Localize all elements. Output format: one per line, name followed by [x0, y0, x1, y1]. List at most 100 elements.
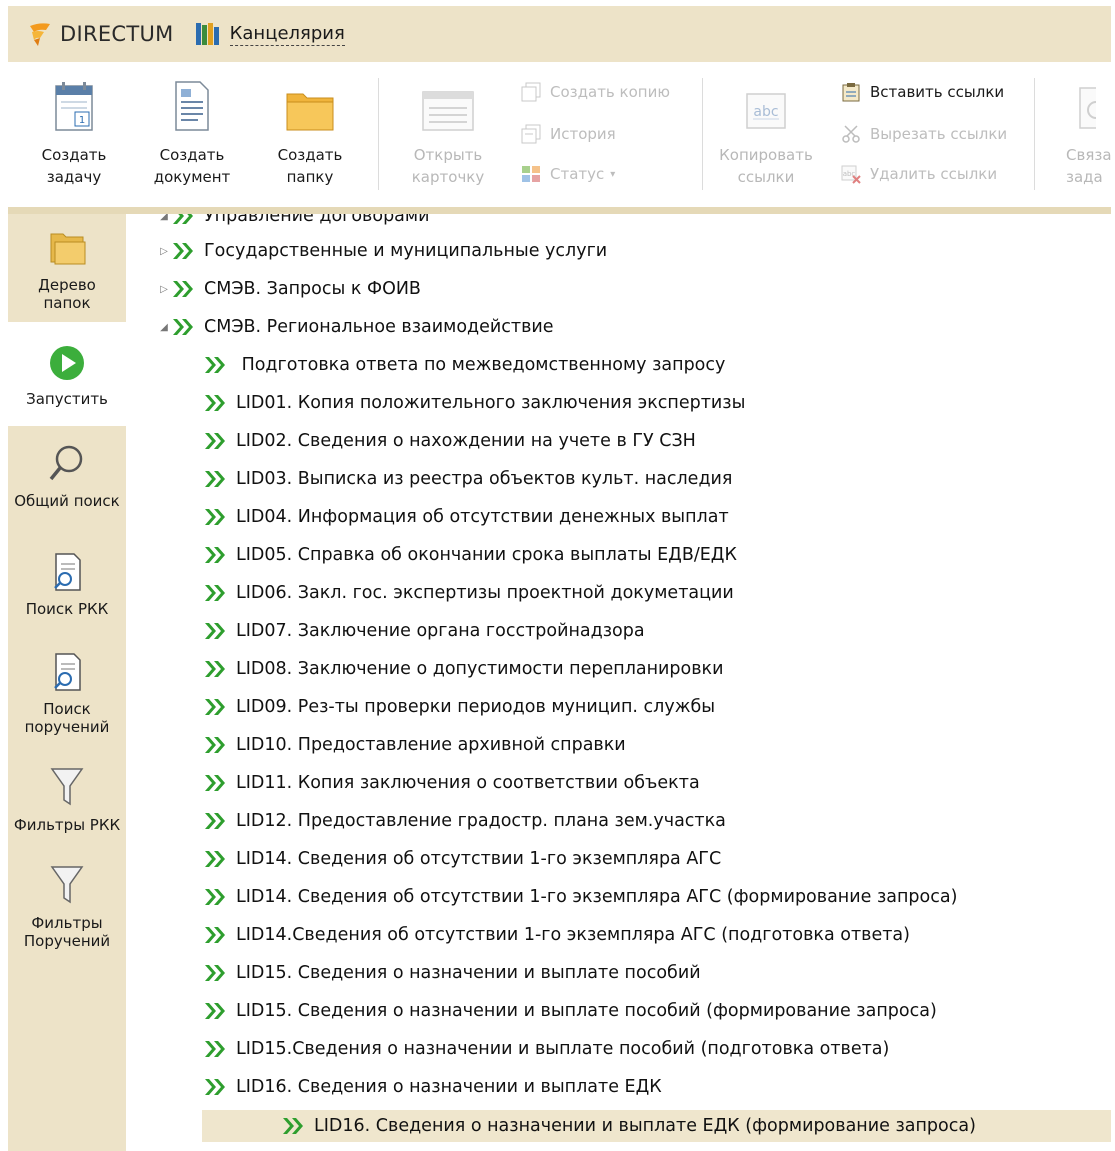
tree-item[interactable]: LID15. Сведения о назначении и выплате п… [126, 995, 1111, 1027]
status-dropdown[interactable]: Статус ▾ [520, 164, 615, 184]
brand-name: DIRECTUM [60, 22, 174, 46]
green-chevron-icon [204, 849, 228, 869]
green-chevron-icon [204, 659, 228, 679]
create-folder-button[interactable]: Создать папку [270, 72, 350, 188]
abc-links-icon: abc [741, 72, 791, 132]
copy-icon [520, 82, 542, 102]
create-document-label: Создать документ [153, 146, 231, 186]
tree-item-label: СМЭВ. Запросы к ФОИВ [204, 279, 421, 299]
delete-links-button[interactable]: abc Удалить ссылки [840, 164, 997, 184]
tree-item-selected[interactable]: LID16. Сведения о назначении и выплате Е… [202, 1110, 1111, 1142]
green-chevron-icon [204, 963, 228, 983]
nav-label: Дерево папок [38, 276, 96, 312]
svg-text:abc: abc [753, 104, 778, 120]
tree-item-label: СМЭВ. Региональное взаимодействие [204, 317, 554, 337]
nav-global-search[interactable]: Общий поиск [8, 444, 126, 534]
tree-item-label: LID08. Заключение о допустимости перепла… [236, 659, 724, 679]
module-selector[interactable]: Канцелярия [195, 23, 345, 46]
tree-item-label: Управление договорами [204, 214, 430, 226]
tree-item[interactable]: LID06. Закл. гос. экспертизы проектной д… [126, 577, 1111, 609]
nav-run[interactable]: Запустить [8, 322, 126, 426]
folder-tree-icon [47, 230, 87, 272]
tree-item[interactable]: LID09. Рез-ты проверки периодов муницип.… [126, 691, 1111, 723]
collapse-triangle-icon[interactable]: ◢ [156, 214, 172, 222]
books-icon [195, 23, 220, 45]
tree-item-label: LID11. Копия заключения о соответствии о… [236, 773, 700, 793]
history-label: История [550, 125, 616, 143]
nav-order-filters[interactable]: Фильтры Поручений [8, 864, 126, 960]
tree-item[interactable]: LID08. Заключение о допустимости перепла… [126, 653, 1111, 685]
module-name[interactable]: Канцелярия [229, 23, 345, 46]
document-search-icon [50, 552, 84, 596]
tree-item[interactable]: ▷ СМЭВ. Запросы к ФОИВ [126, 273, 1111, 305]
collapse-triangle-icon[interactable]: ◢ [156, 322, 172, 333]
folder-tree: ◢ Управление договорами ▷ Государственны… [126, 214, 1111, 1151]
tree-item[interactable]: LID05. Справка об окончании срока выплат… [126, 539, 1111, 571]
expand-triangle-icon[interactable]: ▷ [156, 284, 172, 295]
tree-item-label: LID14.Сведения об отсутствии 1-го экземп… [236, 925, 910, 945]
play-icon [48, 344, 86, 386]
green-chevron-icon [204, 545, 228, 565]
green-chevron-icon [282, 1116, 306, 1136]
green-chevron-icon [204, 887, 228, 907]
history-button[interactable]: История [520, 124, 616, 144]
open-card-button[interactable]: Открыть карточку [406, 72, 490, 188]
tree-item-label: LID02. Сведения о нахождении на учете в … [236, 431, 696, 451]
tree-item[interactable]: ▷ Государственные и муниципальные услуги [126, 235, 1111, 267]
tree-item[interactable]: LID10. Предоставление архивной справки [126, 729, 1111, 761]
tree-item[interactable]: LID12. Предоставление градостр. плана зе… [126, 805, 1111, 837]
tree-item[interactable]: LID14. Сведения об отсутствии 1-го экзем… [126, 843, 1111, 875]
tree-item[interactable]: LID11. Копия заключения о соответствии о… [126, 767, 1111, 799]
expand-triangle-icon[interactable]: ▷ [156, 246, 172, 257]
nav-rkk-filters[interactable]: Фильтры РКК [8, 766, 126, 846]
ribbon-toolbar: 1 Создать задачу Создать документ Создат… [8, 62, 1111, 208]
tree-item[interactable]: LID14. Сведения об отсутствии 1-го экзем… [126, 881, 1111, 913]
tree-item[interactable]: ◢ СМЭВ. Региональное взаимодействие [126, 311, 1111, 343]
tree-item[interactable]: ◢ Управление договорами [126, 214, 1111, 232]
directum-logo-icon [26, 20, 54, 48]
tree-item[interactable]: LID01. Копия положительного заключения э… [126, 387, 1111, 419]
green-chevron-icon [172, 279, 196, 299]
tree-item[interactable]: LID03. Выписка из реестра объектов культ… [126, 463, 1111, 495]
nav-label: Запустить [26, 390, 108, 408]
cut-links-label: Вырезать ссылки [870, 125, 1008, 143]
green-chevron-icon [172, 214, 196, 226]
tree-item[interactable]: LID14.Сведения об отсутствии 1-го экземп… [126, 919, 1111, 951]
title-bar: DIRECTUM Канцелярия [8, 6, 1111, 62]
folder-icon [285, 72, 335, 132]
tree-item[interactable]: Подготовка ответа по межведомственному з… [126, 349, 1111, 381]
green-chevron-icon [204, 1077, 228, 1097]
ribbon-border [8, 207, 1111, 214]
copy-links-button[interactable]: abc Копировать ссылки [714, 72, 818, 188]
delete-links-label: Удалить ссылки [870, 165, 998, 183]
create-document-button[interactable]: Создать документ [148, 72, 236, 188]
tree-item[interactable]: LID04. Информация об отсутствии денежных… [126, 501, 1111, 533]
tree-item-label: Государственные и муниципальные услуги [204, 241, 608, 261]
paste-links-label: Вставить ссылки [870, 83, 1005, 101]
chevron-down-icon: ▾ [610, 168, 616, 180]
svg-text:1: 1 [79, 115, 85, 126]
tree-item[interactable]: LID15. Сведения о назначении и выплате п… [126, 957, 1111, 989]
tree-item-label: LID14. Сведения об отсутствии 1-го экзем… [236, 887, 958, 907]
nav-label: Поиск РКК [25, 600, 109, 618]
green-chevron-icon [172, 241, 196, 261]
green-chevron-icon [204, 469, 228, 489]
scissors-icon [840, 124, 862, 144]
nav-rkk-search[interactable]: Поиск РКК [8, 552, 126, 632]
directum-logo: DIRECTUM [26, 20, 174, 48]
document-icon [172, 72, 212, 132]
status-label: Статус [550, 165, 605, 183]
nav-order-search[interactable]: Поиск поручений [8, 652, 126, 744]
related-tasks-label: Связан зада [1066, 146, 1111, 186]
related-tasks-button[interactable]: Связан зада [1056, 72, 1111, 188]
nav-folder-tree[interactable]: Дерево папок [8, 224, 126, 320]
tree-item[interactable]: LID02. Сведения о нахождении на учете в … [126, 425, 1111, 457]
create-task-button[interactable]: 1 Создать задачу [36, 72, 112, 188]
tree-item[interactable]: LID16. Сведения о назначении и выплате Е… [126, 1071, 1111, 1103]
create-copy-button[interactable]: Создать копию [520, 82, 670, 102]
tree-item[interactable]: LID07. Заключение органа госстройнадзора [126, 615, 1111, 647]
paste-links-button[interactable]: Вставить ссылки [840, 82, 1004, 102]
tree-item[interactable]: LID15.Сведения о назначении и выплате по… [126, 1033, 1111, 1065]
tree-item-label: LID07. Заключение органа госстройнадзора [236, 621, 645, 641]
cut-links-button[interactable]: Вырезать ссылки [840, 124, 1007, 144]
